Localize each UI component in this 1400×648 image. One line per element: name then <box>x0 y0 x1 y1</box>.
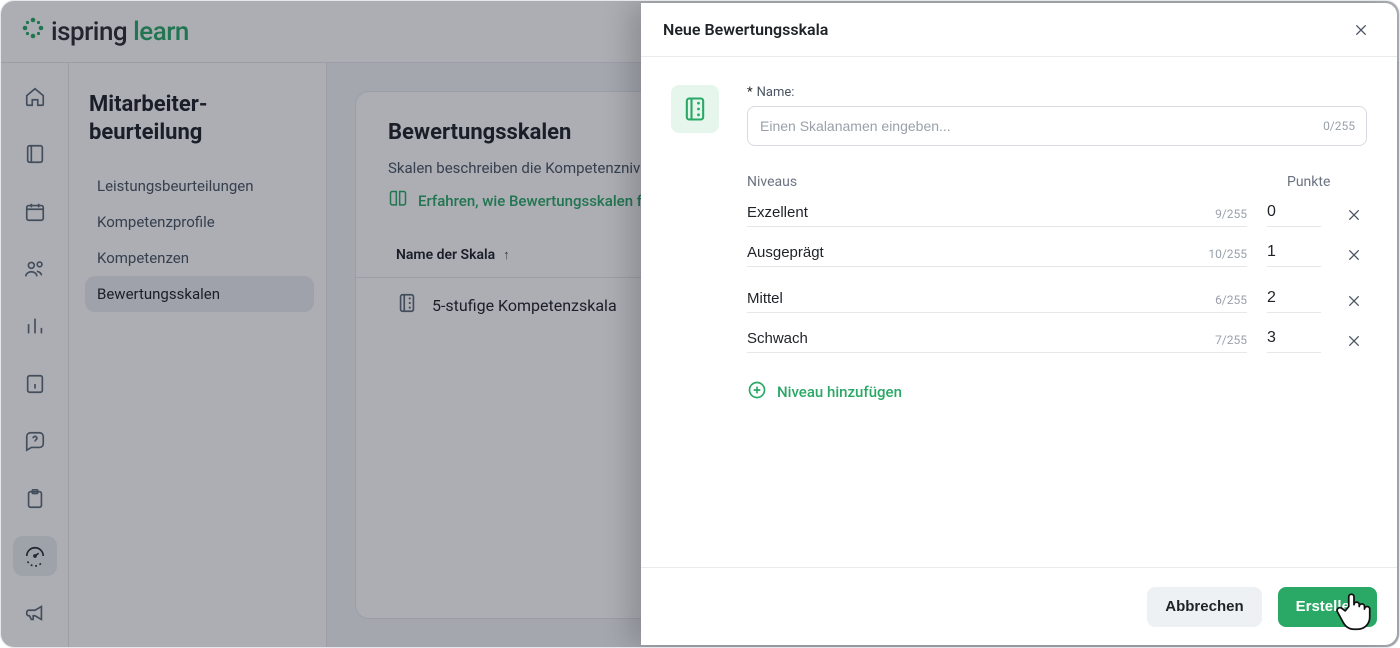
drawer-new-scale: Neue Bewertungsskala * Name: 0/255 Nivea <box>641 3 1397 645</box>
add-level-label: Niveau hinzufügen <box>777 383 902 401</box>
name-label: * Name: <box>747 85 1367 100</box>
level-name-input[interactable] <box>747 244 1200 261</box>
create-button[interactable]: Erstellen <box>1278 587 1377 627</box>
close-button[interactable] <box>1347 16 1375 44</box>
cancel-button[interactable]: Abbrechen <box>1147 587 1261 627</box>
scale-name-input[interactable] <box>747 106 1367 146</box>
level-points-input[interactable] <box>1267 329 1321 353</box>
level-name-input[interactable] <box>747 330 1207 347</box>
level-delete-button[interactable] <box>1341 288 1367 314</box>
levels-col-label: Niveaus <box>747 174 797 190</box>
scale-icon <box>671 85 719 133</box>
level-delete-button[interactable] <box>1341 328 1367 354</box>
name-char-count: 0/255 <box>1323 119 1355 133</box>
level-points-input[interactable] <box>1267 289 1321 313</box>
level-name-input[interactable] <box>747 290 1207 307</box>
level-char-count: 9/255 <box>1207 207 1247 221</box>
level-row: 6/255 <box>747 280 1367 320</box>
level-points-input[interactable] <box>1267 203 1321 227</box>
level-delete-button[interactable] <box>1341 202 1367 228</box>
plus-circle-icon <box>747 380 767 404</box>
level-char-count: 6/255 <box>1207 293 1247 307</box>
add-level-button[interactable]: Niveau hinzufügen <box>747 380 1367 404</box>
points-col-label: Punkte <box>1287 174 1367 190</box>
level-row: 7/255 <box>747 320 1367 360</box>
level-name-input[interactable] <box>747 204 1207 221</box>
level-row: 9/255 <box>747 194 1367 234</box>
drawer-title: Neue Bewertungsskala <box>663 20 828 39</box>
level-row: 10/255 <box>747 234 1367 274</box>
level-char-count: 7/255 <box>1207 333 1247 347</box>
level-char-count: 10/255 <box>1200 247 1247 261</box>
level-delete-button[interactable] <box>1341 242 1367 268</box>
level-points-input[interactable] <box>1267 243 1321 267</box>
